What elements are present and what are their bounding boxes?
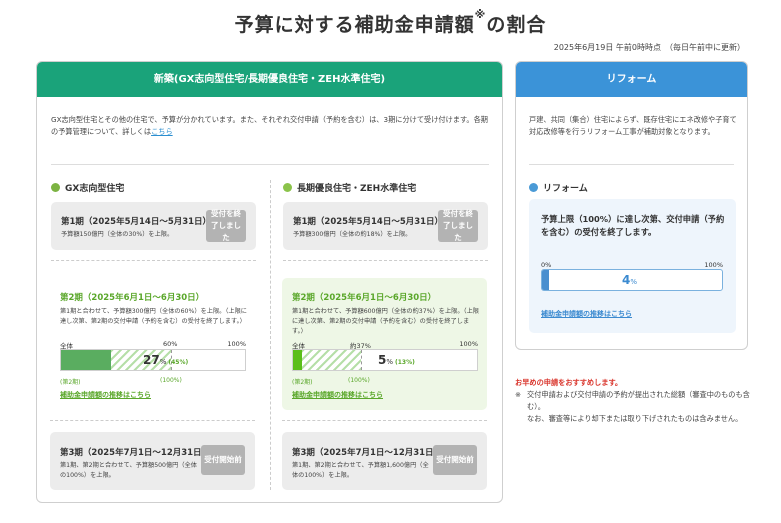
- gx-progress-fill: [61, 350, 111, 370]
- reform-trend-link[interactable]: 補助金申請額の推移はこちら: [541, 309, 632, 319]
- column-divider: [270, 180, 271, 490]
- long-title: 長期優良住宅・ZEH水準住宅: [283, 180, 488, 194]
- gx-phase1-note: 予算額150億円（全体の30%）を上限。: [61, 231, 174, 238]
- new-build-intro: GX志向型住宅とその他の住宅で、予算が分かれています。また、それぞれ交付申請（予…: [51, 115, 488, 136]
- notes-headline: お早めの申請をおすすめします。: [515, 378, 623, 387]
- long-phase1-note: 予算額300億円（全体の約18%）を上限。: [293, 231, 412, 238]
- reform-message: 予算上限（100%）に達し次第、交付申請（予約を含む）の受付を終了します。: [541, 214, 725, 237]
- gx-dot-icon: [51, 182, 60, 192]
- divider: [51, 260, 256, 261]
- long-phase1-title: 第1期（2025年5月14日〜5月31日）: [293, 217, 444, 227]
- new-build-header: 新築(GX志向型住宅/長期優良住宅・ZEH水準住宅): [37, 62, 502, 97]
- long-phase2-panel: 第2期（2025年6月1日〜6月30日） 第1期と合わせて、予算額600億円（全…: [282, 278, 487, 410]
- long-dot-icon: [283, 182, 292, 192]
- reform-progress-percent: 4%: [622, 273, 638, 287]
- reform-header: リフォーム: [516, 62, 747, 97]
- gx-column: GX志向型住宅 第1期（2025年5月14日〜5月31日） 予算額150億円（全…: [51, 180, 256, 261]
- long-progress-percent: 5% (13%): [378, 353, 415, 367]
- long-under-labels: (第2期) (100%): [292, 377, 370, 386]
- gx-progress-bar: 27% (45%): [60, 349, 246, 371]
- divider: [529, 164, 734, 165]
- gx-phase3: 第3期（2025年7月1日〜12月31日） 第1期、第2期と合わせて、予算額50…: [50, 432, 255, 490]
- long-phase1-status-badge: 受付を終了しました: [438, 209, 478, 242]
- gx-label-max: 100%: [227, 340, 246, 348]
- long-phase3: 第3期（2025年7月1日〜12月31日） 第1期、第2期と合わせて、予算額1,…: [282, 432, 487, 490]
- gx-phase2-note: 第1期と合わせて、予算額300億円（全体の60%）を上限。（上限に達し次第、第2…: [60, 308, 247, 325]
- gx-phase3-status-badge: 受付開始前: [201, 445, 245, 475]
- page-title: 予算に対する補助金申請額※の割合: [234, 8, 547, 36]
- reform-label-min: 0%: [541, 261, 552, 269]
- gx-phase1-title: 第1期（2025年5月14日〜5月31日）: [61, 217, 212, 227]
- divider: [51, 164, 489, 165]
- long-label-max: 100%: [459, 340, 478, 348]
- long-progress-fill: [293, 350, 303, 370]
- long-column: 長期優良住宅・ZEH水準住宅 第1期（2025年5月14日〜5月31日） 予算額…: [283, 180, 488, 261]
- reform-label-max: 100%: [704, 261, 723, 269]
- gx-bar-labels: 全体 60% 100%: [60, 340, 246, 350]
- reform-dot-icon: [529, 183, 538, 192]
- gx-under-labels: (第2期) (100%): [60, 377, 182, 386]
- gx-trend-link[interactable]: 補助金申請額の推移はこちら: [60, 390, 151, 400]
- notes: お早めの申請をおすすめします。 ※ 交付申請および交付申請の予約が提出された総額…: [515, 377, 750, 425]
- divider: [283, 260, 488, 261]
- budget-details-link[interactable]: こちら: [151, 127, 173, 136]
- reform-progress-bar: 4%: [541, 269, 723, 291]
- gx-label-cap: 60%: [163, 340, 178, 348]
- long-phase2-note: 第1期と合わせて、予算額600億円（全体の約37%）を上限。（上限に達し次第、第…: [292, 308, 479, 335]
- long-progress-bar: 5% (13%): [292, 349, 478, 371]
- long-trend-link[interactable]: 補助金申請額の推移はこちら: [292, 390, 383, 400]
- gx-phase1: 第1期（2025年5月14日〜5月31日） 予算額150億円（全体の30%）を上…: [51, 202, 256, 250]
- gx-title: GX志向型住宅: [51, 180, 256, 194]
- long-phase2-title: 第2期（2025年6月1日〜6月30日）: [292, 293, 437, 303]
- gx-phase2-panel: 第2期（2025年6月1日〜6月30日） 第1期と合わせて、予算額300億円（全…: [50, 278, 255, 410]
- long-bar-labels: 全体 約37% 100%: [292, 340, 478, 350]
- gx-phase1-status-badge: 受付を終了しました: [206, 209, 246, 242]
- long-cap-marker: [361, 350, 363, 370]
- long-progress-remaining: [302, 350, 362, 370]
- reform-title: リフォーム: [529, 181, 588, 194]
- gx-phase3-title: 第3期（2025年7月1日〜12月31日）: [60, 448, 211, 458]
- update-timestamp: 2025年6月19日 午前0時時点 （毎日午前中に更新）: [553, 43, 745, 52]
- reform-intro: 戸建、共同（集合）住宅によらず、既存住宅にエネ改修や子育て対応改修等を行うリフォ…: [529, 115, 737, 136]
- notes-body: ※ 交付申請および交付申請の予約が提出された総額（審査中のものも含む）。 なお、審…: [515, 390, 750, 423]
- gx-phase2-title: 第2期（2025年6月1日〜6月30日）: [60, 293, 205, 303]
- gx-phase3-note: 第1期、第2期と合わせて、予算額500億円（全体の100%）を上限。: [60, 462, 197, 479]
- long-phase3-status-badge: 受付開始前: [433, 445, 477, 475]
- divider: [50, 420, 255, 421]
- divider: [282, 420, 487, 421]
- long-phase3-note: 第1期、第2期と合わせて、予算額1,600億円（全体の100%）を上限。: [292, 462, 429, 479]
- long-phase3-title: 第3期（2025年7月1日〜12月31日）: [292, 448, 443, 458]
- reform-panel: 予算上限（100%）に達し次第、交付申請（予約を含む）の受付を終了します。 0%…: [529, 199, 736, 333]
- long-phase1: 第1期（2025年5月14日〜5月31日） 予算額300億円（全体の約18%）を…: [283, 202, 488, 250]
- reform-progress-fill: [542, 270, 550, 290]
- reform-card: リフォーム 戸建、共同（集合）住宅によらず、既存住宅にエネ改修や子育て対応改修等…: [515, 61, 748, 350]
- gx-progress-percent: 27% (45%): [143, 353, 189, 367]
